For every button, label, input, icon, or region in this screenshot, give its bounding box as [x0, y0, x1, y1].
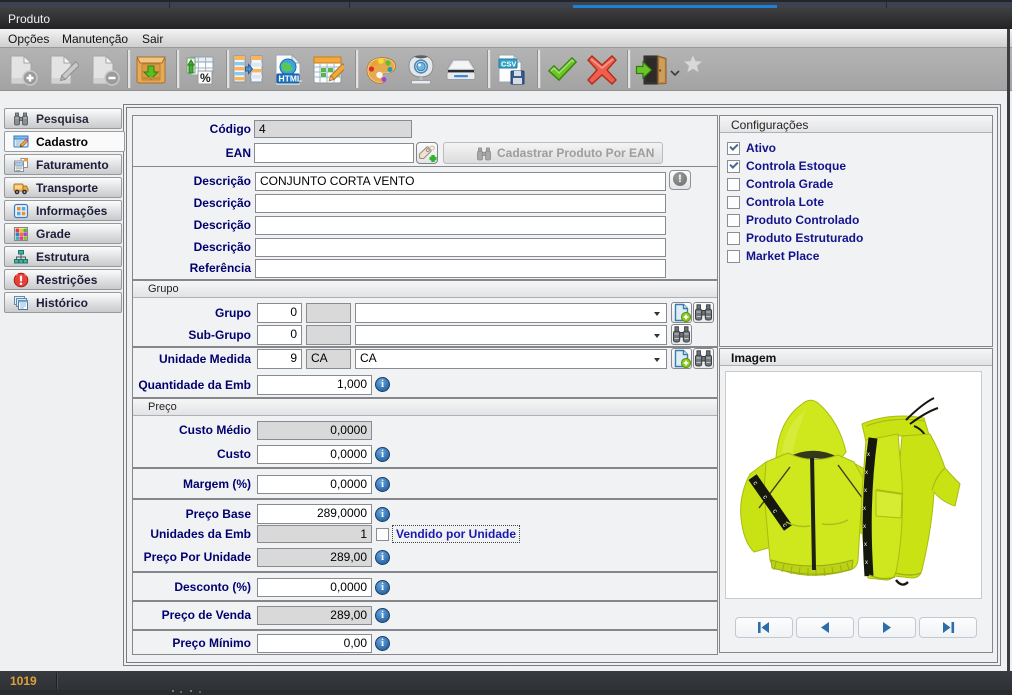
svg-text:%: %	[200, 71, 211, 85]
svg-text:x: x	[867, 452, 870, 458]
svg-text:x: x	[864, 488, 867, 494]
svg-text:x: x	[864, 542, 867, 548]
svg-text:x: x	[865, 560, 868, 566]
svg-text:HTML: HTML	[279, 74, 303, 84]
svg-text:CSV: CSV	[501, 60, 516, 69]
svg-text:x: x	[863, 506, 866, 512]
svg-text:x: x	[863, 524, 866, 530]
svg-text:x: x	[865, 470, 868, 476]
